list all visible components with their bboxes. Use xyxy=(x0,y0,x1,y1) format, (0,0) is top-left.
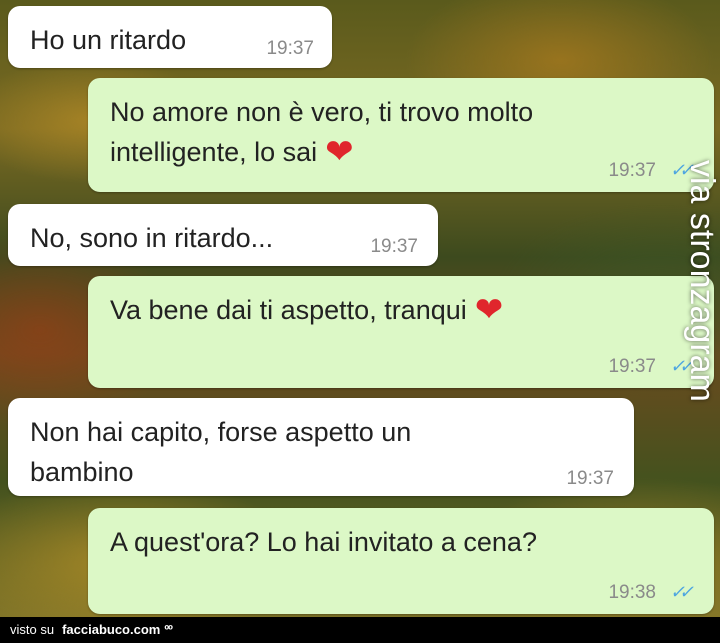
message-time: 19:37 xyxy=(266,38,314,59)
message-bubble-incoming[interactable]: No, sono in ritardo... 19:37 xyxy=(8,204,438,266)
message-text-wrapper: Va bene dai ti aspetto, tranqui ❤ xyxy=(110,290,644,330)
message-bubble-outgoing[interactable]: A quest'ora? Lo hai invitato a cena? 19:… xyxy=(88,508,714,614)
message-time: 19:37 xyxy=(608,356,656,377)
message-text: No amore non è vero, ti trovo molto inte… xyxy=(110,97,534,167)
message-bubble-outgoing[interactable]: Va bene dai ti aspetto, tranqui ❤ 19:37 ✓… xyxy=(88,276,714,388)
read-receipt-icon: ✓✓ xyxy=(669,582,694,602)
footer-visto-label: visto su xyxy=(10,622,55,637)
message-text: Ho un ritardo xyxy=(30,25,187,55)
message-text: No, sono in ritardo... xyxy=(30,223,274,253)
heart-emoji-icon: ❤ xyxy=(325,133,354,171)
message-time: 19:38 xyxy=(608,582,656,603)
message-bubble-outgoing[interactable]: No amore non è vero, ti trovo molto inte… xyxy=(88,78,714,192)
message-time: 19:37 xyxy=(370,236,418,257)
watermark-text: via stronzagram xyxy=(683,160,720,402)
footer-site-link[interactable]: facciabuco.com xyxy=(62,622,160,637)
message-time: 19:37 xyxy=(608,160,656,181)
message-text: Non hai capito, forse aspetto un bambino xyxy=(30,417,412,487)
message-text: A quest'ora? Lo hai invitato a cena? xyxy=(110,527,537,557)
message-time: 19:37 xyxy=(566,468,614,489)
chat-area: Ho un ritardo 19:37 No amore non è vero,… xyxy=(0,0,720,643)
eyes-logo-icon: ºº xyxy=(164,622,172,637)
message-bubble-incoming[interactable]: Ho un ritardo 19:37 xyxy=(8,6,332,68)
footer-bar: visto su facciabuco.com ºº xyxy=(0,617,720,643)
message-bubble-incoming[interactable]: Non hai capito, forse aspetto un bambino… xyxy=(8,398,634,496)
message-text: Va bene dai ti aspetto, tranqui xyxy=(110,295,467,325)
message-text-wrapper: No amore non è vero, ti trovo molto inte… xyxy=(110,92,644,172)
heart-emoji-icon: ❤ xyxy=(474,291,504,329)
